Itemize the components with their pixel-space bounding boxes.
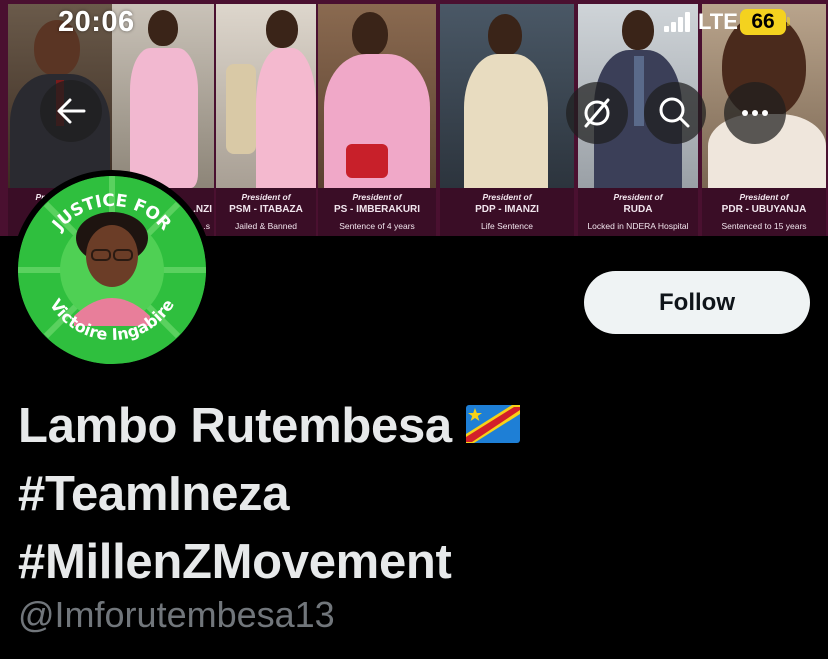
eye-slash-icon (584, 98, 610, 128)
follow-button[interactable]: Follow (584, 271, 810, 334)
network-label: LTE (698, 9, 738, 34)
banner-caption-note: Locked in NDERA Hospital (587, 221, 689, 231)
battery-icon: 66 (740, 9, 786, 35)
banner-caption-note: Jailed & Banned (235, 221, 297, 231)
banner-caption-party: PSM - ITABAZA (229, 204, 303, 215)
banner-caption-party: RUDA (623, 204, 653, 215)
banner-panel: President of PSM - ITABAZA Jailed & Bann… (216, 4, 316, 236)
banner-caption-note: Sentence of 4 years (339, 221, 415, 231)
display-name-line-2: #TeamIneza (18, 467, 290, 521)
battery-level: 66 (751, 10, 775, 33)
banner-caption-party: PDR - UBUYANJA (721, 204, 807, 215)
display-name: Lambo Rutembesa #TeamIneza #MillenZMovem… (18, 392, 808, 596)
avatar[interactable]: JUSTICE FOR Victoire Ingabire (18, 176, 206, 364)
banner-caption-party: PS - IMBERAKURI (333, 204, 421, 215)
more-button[interactable] (724, 82, 786, 144)
banner-caption-party: PDP - IMANZI (475, 204, 539, 215)
banner-caption-title: President of (241, 192, 291, 202)
hide-translation-button[interactable] (566, 82, 628, 144)
display-name-line-3: #MillenZMovement (18, 535, 452, 589)
banner-caption-note: Life Sentence (481, 221, 533, 231)
more-horizontal-icon (742, 110, 768, 116)
status-time: 20:06 (58, 6, 135, 38)
banner-caption-title: President of (739, 192, 789, 202)
search-icon (659, 97, 690, 128)
avatar-image: JUSTICE FOR Victoire Ingabire (18, 176, 206, 364)
banner-panel: President of PS - IMBERAKURI Sentence of… (318, 4, 436, 236)
signal-icon (664, 12, 692, 32)
banner-caption-title: President of (613, 192, 663, 202)
search-button[interactable] (644, 82, 706, 144)
battery-tip (787, 17, 790, 26)
back-button[interactable] (40, 80, 102, 142)
username-handle: @Imforutembesa13 (18, 594, 335, 635)
banner-panel: President of PDP - IMANZI Life Sentence (440, 4, 574, 236)
banner-caption-title: President of (352, 192, 402, 202)
banner-caption-note: Sentenced to 15 years (721, 221, 807, 231)
display-name-line-1: Lambo Rutembesa (18, 399, 452, 453)
drc-flag-icon (465, 405, 520, 444)
arrow-left-icon (57, 98, 86, 124)
banner-caption-title: President of (482, 192, 532, 202)
